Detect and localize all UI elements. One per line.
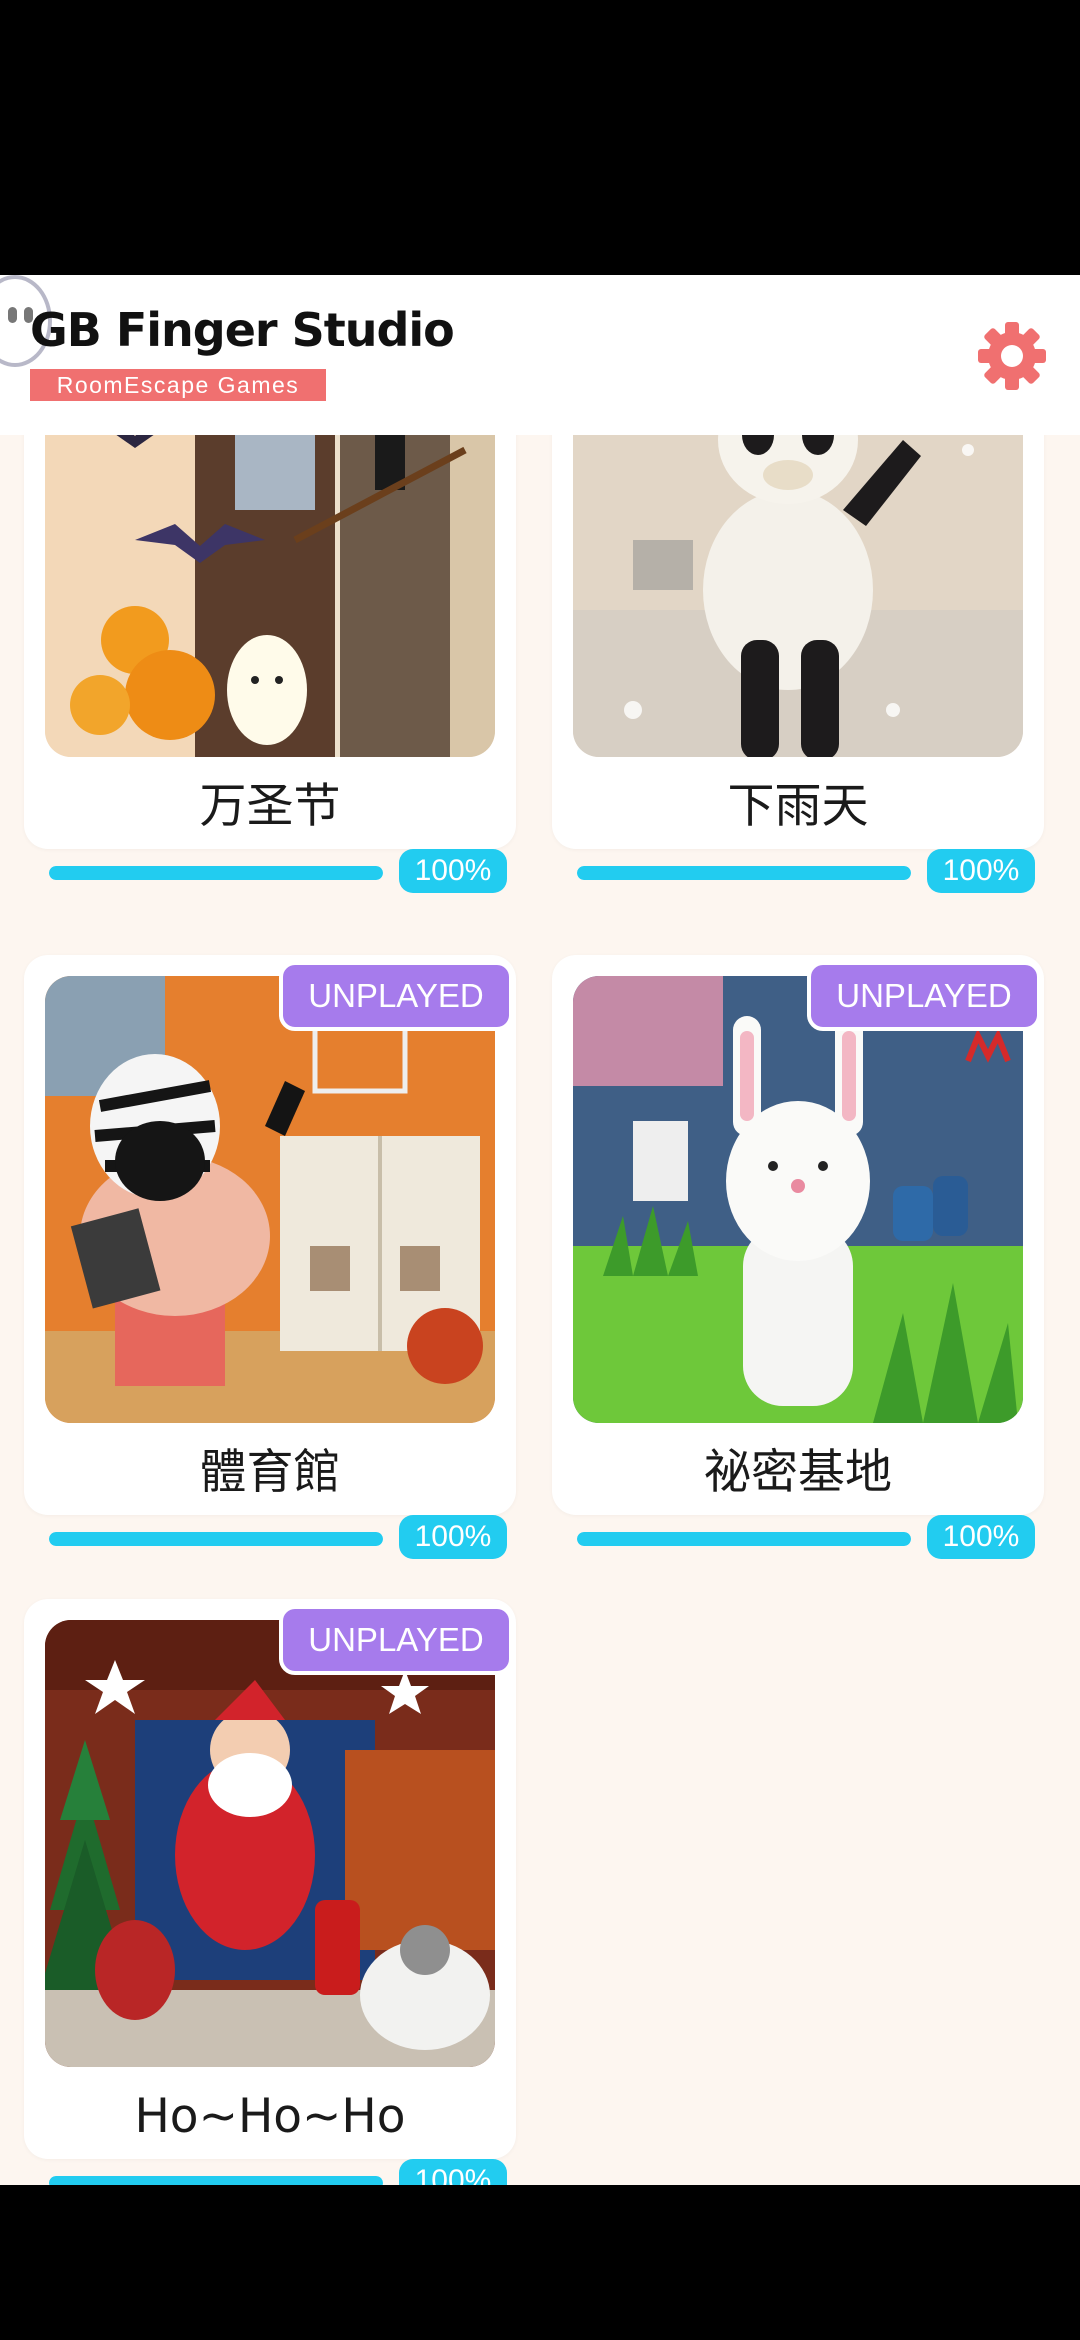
unplayed-badge: UNPLAYED xyxy=(279,1605,513,1675)
game-card-halloween[interactable]: 万圣节 100% xyxy=(24,435,516,893)
game-card-gym[interactable]: UNPLAYED 體育館 100% xyxy=(24,955,516,1559)
unplayed-badge: UNPLAYED xyxy=(279,961,513,1031)
progress-fill xyxy=(577,866,911,880)
settings-button[interactable] xyxy=(976,320,1048,392)
game-thumbnail xyxy=(45,1620,495,2067)
game-thumbnail xyxy=(573,435,1023,757)
brand-subtitle: RoomEscape Games xyxy=(30,369,326,401)
game-thumbnail xyxy=(45,976,495,1423)
progress-bar xyxy=(49,1532,383,1546)
app-header: GB Finger Studio RoomEscape Games xyxy=(0,275,1080,435)
game-title: 下雨天 xyxy=(727,779,869,834)
game-list[interactable]: 万圣节 100% 下雨天 100% UNPLAYED 體育館 100% UNPL… xyxy=(0,435,1080,2185)
progress-bar xyxy=(577,1532,911,1546)
game-title: Ho~Ho~Ho xyxy=(134,2089,406,2144)
progress-fill xyxy=(577,1532,911,1546)
game-thumbnail xyxy=(45,435,495,757)
progress-bar xyxy=(49,2176,383,2185)
status-bar xyxy=(0,0,1080,275)
progress-percent: 100% xyxy=(927,1515,1035,1559)
navigation-bar xyxy=(0,2185,1080,2340)
progress-bar xyxy=(49,866,383,880)
game-card-secret-base[interactable]: UNPLAYED 祕密基地 100% xyxy=(552,955,1044,1559)
progress-percent: 100% xyxy=(927,849,1035,893)
unplayed-badge: UNPLAYED xyxy=(807,961,1041,1031)
game-title: 體育館 xyxy=(199,1445,341,1500)
progress-percent: 100% xyxy=(399,1515,507,1559)
progress-percent: 100% xyxy=(399,849,507,893)
progress-fill xyxy=(49,2176,383,2185)
game-title: 万圣节 xyxy=(199,779,341,834)
gear-icon xyxy=(978,322,1046,390)
game-title: 祕密基地 xyxy=(704,1445,892,1500)
brand-title: GB Finger Studio xyxy=(30,303,455,357)
progress-fill xyxy=(49,866,383,880)
progress-percent: 100% xyxy=(399,2159,507,2185)
game-card-rainy-day[interactable]: 下雨天 100% xyxy=(552,435,1044,893)
game-card-christmas[interactable]: UNPLAYED Ho~Ho~Ho 100% xyxy=(24,1599,516,2185)
progress-fill xyxy=(49,1532,383,1546)
progress-bar xyxy=(577,866,911,880)
game-thumbnail xyxy=(573,976,1023,1423)
